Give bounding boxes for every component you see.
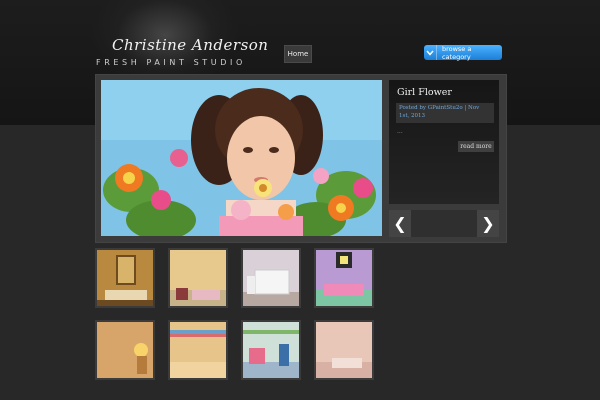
gallery-thumbnail[interactable]	[241, 320, 301, 380]
slider-controls: ❮ ❯	[389, 210, 499, 237]
gallery-thumbnail[interactable]	[314, 248, 374, 308]
gallery-thumbnail[interactable]	[168, 320, 228, 380]
featured-image[interactable]	[101, 80, 382, 236]
read-more-button[interactable]: read more	[458, 141, 494, 152]
browse-category-label: browse a category	[441, 44, 472, 61]
browse-category-button[interactable]: browse a category	[424, 44, 502, 61]
post-excerpt: ...	[397, 128, 403, 135]
nav-home-link[interactable]: Home	[284, 45, 312, 63]
gallery-thumbnail[interactable]	[314, 320, 374, 380]
gallery-thumbnail[interactable]	[95, 320, 155, 380]
logo-subtitle: FRESH PAINT STUDIO	[96, 58, 246, 67]
gallery-thumbnail[interactable]	[95, 248, 155, 308]
post-meta: Posted by GPaintStu2o | Nov 1st, 2013	[396, 103, 494, 123]
post-title[interactable]: Girl Flower	[397, 87, 497, 98]
chevron-right-icon[interactable]: ❯	[477, 210, 499, 237]
chevron-left-icon[interactable]: ❮	[389, 210, 411, 237]
gallery-thumbnail[interactable]	[241, 248, 301, 308]
gallery-thumbnail[interactable]	[168, 248, 228, 308]
logo-title[interactable]: Christine Anderson	[112, 36, 268, 60]
chevron-down-icon	[424, 45, 437, 60]
